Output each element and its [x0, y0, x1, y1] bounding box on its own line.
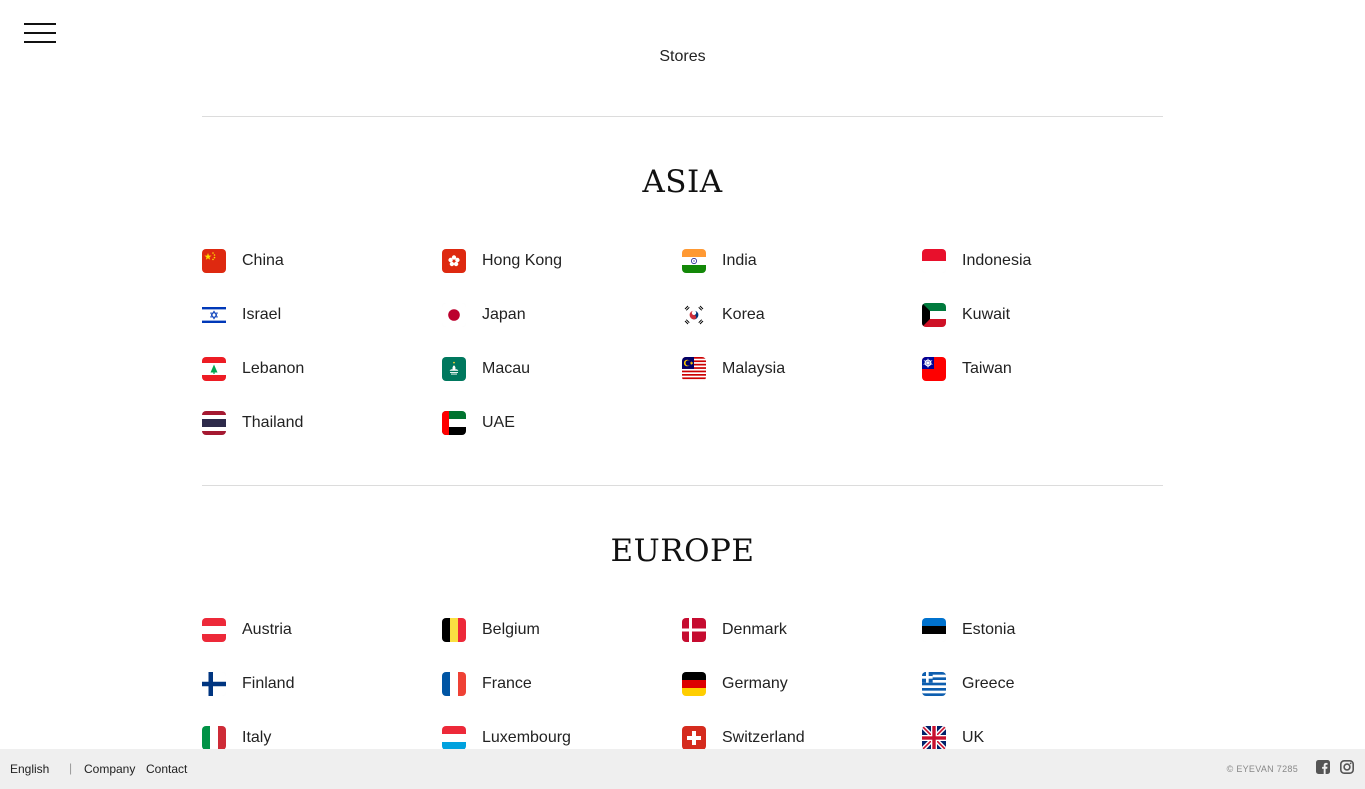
country-link-indonesia[interactable]: Indonesia	[922, 249, 1162, 273]
country-link-france[interactable]: France	[442, 672, 682, 696]
menu-bar	[24, 41, 56, 43]
japan-flag-icon	[442, 303, 466, 327]
thailand-flag-icon	[202, 411, 226, 435]
country-link-switzerland[interactable]: Switzerland	[682, 726, 922, 750]
country-link-denmark[interactable]: Denmark	[682, 618, 922, 642]
country-name: Denmark	[722, 621, 787, 638]
country-link-uae[interactable]: UAE	[442, 411, 682, 435]
israel-flag-icon	[202, 303, 226, 327]
country-name: Thailand	[242, 414, 304, 431]
country-link-uk[interactable]: UK	[922, 726, 1162, 750]
menu-bar	[24, 23, 56, 25]
country-name: Macau	[482, 360, 531, 377]
country-name: Malaysia	[722, 360, 786, 377]
country-name: Lebanon	[242, 360, 305, 377]
region-heading-europe: EUROPE	[610, 533, 755, 569]
country-name: Finland	[242, 675, 295, 692]
country-name: Germany	[722, 675, 788, 692]
country-link-estonia[interactable]: Estonia	[922, 618, 1162, 642]
luxembourg-flag-icon	[442, 726, 466, 750]
country-name: UAE	[482, 414, 515, 431]
language-selector[interactable]: English	[10, 762, 49, 776]
facebook-icon[interactable]	[1316, 760, 1330, 774]
country-name: Italy	[242, 729, 272, 746]
country-name: Taiwan	[962, 360, 1012, 377]
taiwan-flag-icon	[922, 357, 946, 381]
page-title: Stores	[659, 48, 706, 65]
country-name: Indonesia	[962, 252, 1032, 269]
country-name: France	[482, 675, 532, 692]
switzerland-flag-icon	[682, 726, 706, 750]
country-link-italy[interactable]: Italy	[202, 726, 442, 750]
country-link-kuwait[interactable]: Kuwait	[922, 303, 1162, 327]
korea-flag-icon	[682, 303, 706, 327]
germany-flag-icon	[682, 672, 706, 696]
country-link-austria[interactable]: Austria	[202, 618, 442, 642]
belgium-flag-icon	[442, 618, 466, 642]
country-name: Switzerland	[722, 729, 805, 746]
country-name: Kuwait	[962, 306, 1011, 323]
country-name: Greece	[962, 675, 1015, 692]
lebanon-flag-icon	[202, 357, 226, 381]
country-link-korea[interactable]: Korea	[682, 303, 922, 327]
country-link-luxembourg[interactable]: Luxembourg	[442, 726, 682, 750]
country-name: Korea	[722, 306, 765, 323]
footer: English | Company Contact © EYEVAN 7285	[0, 749, 1365, 789]
contact-link[interactable]: Contact	[146, 762, 187, 776]
country-link-malaysia[interactable]: Malaysia	[682, 357, 922, 381]
country-link-greece[interactable]: Greece	[922, 672, 1162, 696]
country-name: Luxembourg	[482, 729, 571, 746]
country-link-macau[interactable]: Macau	[442, 357, 682, 381]
country-link-germany[interactable]: Germany	[682, 672, 922, 696]
macau-flag-icon	[442, 357, 466, 381]
france-flag-icon	[442, 672, 466, 696]
uae-flag-icon	[442, 411, 466, 435]
country-link-japan[interactable]: Japan	[442, 303, 682, 327]
country-link-israel[interactable]: Israel	[202, 303, 442, 327]
india-flag-icon	[682, 249, 706, 273]
italy-flag-icon	[202, 726, 226, 750]
indonesia-flag-icon	[922, 249, 946, 273]
country-link-thailand[interactable]: Thailand	[202, 411, 442, 435]
hong-kong-flag-icon	[442, 249, 466, 273]
copyright-text: © EYEVAN 7285	[1226, 764, 1298, 774]
country-grid-asia: China Hong Kong India Indonesia Israel Japan K…	[202, 249, 1162, 465]
country-link-india[interactable]: India	[682, 249, 922, 273]
hamburger-menu-icon[interactable]	[24, 23, 56, 43]
malaysia-flag-icon	[682, 357, 706, 381]
greece-flag-icon	[922, 672, 946, 696]
menu-bar	[24, 32, 56, 34]
estonia-flag-icon	[922, 618, 946, 642]
kuwait-flag-icon	[922, 303, 946, 327]
divider	[202, 116, 1163, 117]
denmark-flag-icon	[682, 618, 706, 642]
instagram-icon[interactable]	[1340, 760, 1354, 774]
country-link-hong-kong[interactable]: Hong Kong	[442, 249, 682, 273]
country-link-lebanon[interactable]: Lebanon	[202, 357, 442, 381]
country-name: Israel	[242, 306, 282, 323]
stores-page: Stores ASIA China Hong Kong India Indonesia…	[0, 0, 1365, 789]
footer-separator: |	[69, 761, 73, 775]
country-link-finland[interactable]: Finland	[202, 672, 442, 696]
finland-flag-icon	[202, 672, 226, 696]
country-link-china[interactable]: China	[202, 249, 442, 273]
country-name: India	[722, 252, 757, 269]
country-name: Japan	[482, 306, 526, 323]
country-name: China	[242, 252, 284, 269]
country-name: Austria	[242, 621, 292, 638]
country-name: UK	[962, 729, 985, 746]
uk-flag-icon	[922, 726, 946, 750]
divider	[202, 485, 1163, 486]
country-link-belgium[interactable]: Belgium	[442, 618, 682, 642]
country-link-taiwan[interactable]: Taiwan	[922, 357, 1162, 381]
country-name: Hong Kong	[482, 252, 563, 269]
austria-flag-icon	[202, 618, 226, 642]
china-flag-icon	[202, 249, 226, 273]
region-heading-asia: ASIA	[642, 164, 723, 200]
country-name: Estonia	[962, 621, 1016, 638]
country-name: Belgium	[482, 621, 540, 638]
company-link[interactable]: Company	[84, 762, 135, 776]
